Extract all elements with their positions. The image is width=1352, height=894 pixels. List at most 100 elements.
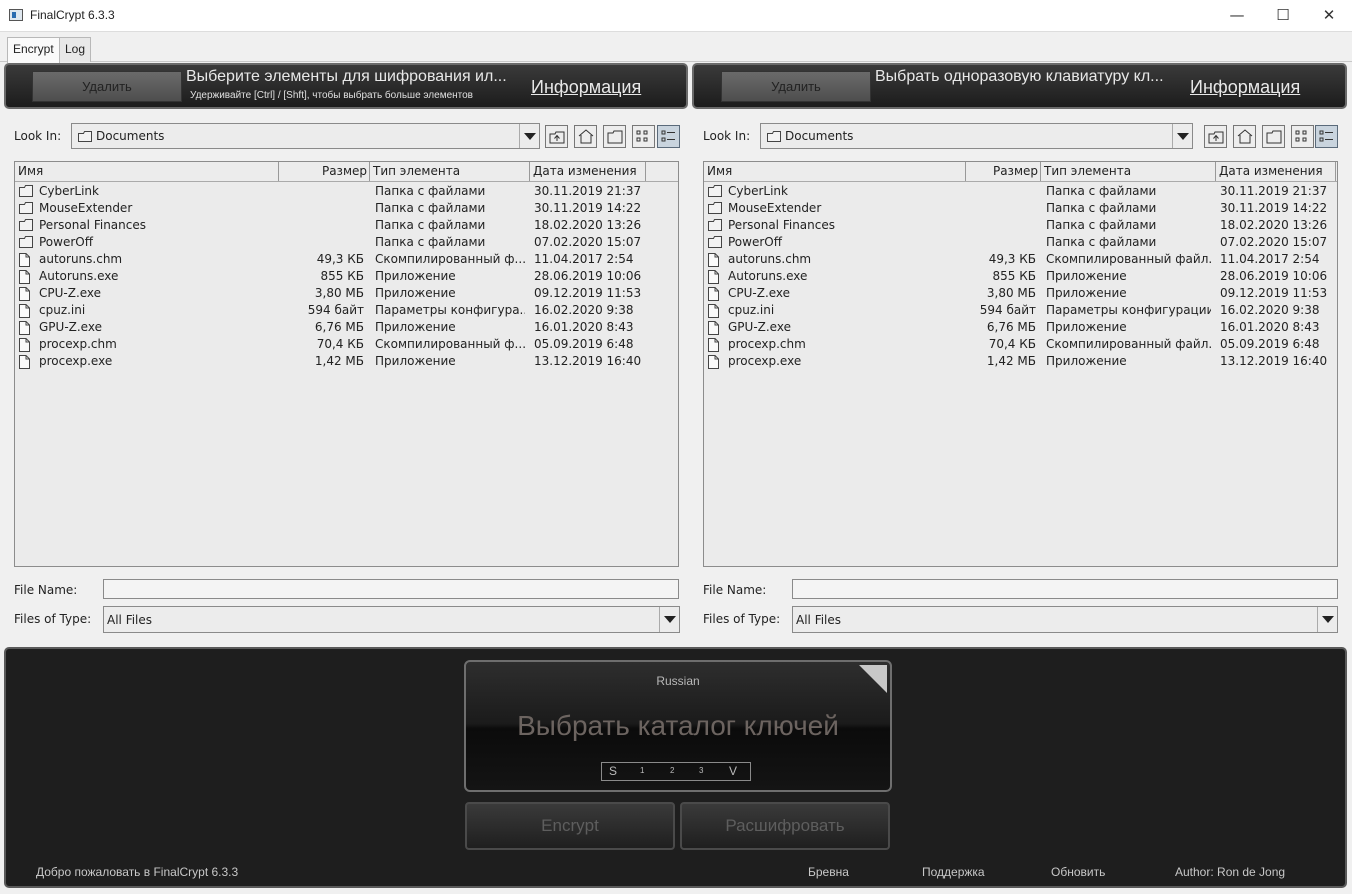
table-row[interactable]: PowerOff Папка с файлами 07.02.2020 15:07 [15,234,678,251]
file-type: Скомпилированный файл... [1046,337,1211,351]
file-name-input[interactable] [103,579,679,599]
files-of-type-combo[interactable]: All Files [103,606,680,633]
logs-link[interactable]: Бревна [808,865,849,879]
tab-log[interactable]: Log [59,37,92,62]
details-view-button[interactable] [1315,125,1338,148]
file-table: Имя Размер Тип элемента Дата изменения C… [703,161,1338,567]
close-button[interactable]: ✕ [1306,0,1352,31]
column-type[interactable]: Тип элемента [1041,162,1216,181]
table-row[interactable]: cpuz.ini 594 байт Параметры конфигура... 16… [15,302,678,319]
table-row[interactable]: autoruns.chm 49,3 КБ Скомпилированный файл… [704,251,1337,268]
file-date: 07.02.2020 15:07 [534,235,642,249]
new-folder-button[interactable] [1262,125,1285,148]
look-in-value: Documents [96,129,165,143]
slider-label-3: 3 [699,766,704,775]
table-row[interactable]: Autoruns.exe 855 КБ Приложение 28.06.2019 1… [15,268,678,285]
file-name-cell: procexp.chm [704,336,966,353]
column-size[interactable]: Размер [279,162,370,181]
table-row[interactable]: CyberLink Папка с файлами 30.11.2019 21:37 [15,183,678,200]
file-date: 30.11.2019 21:37 [534,184,642,198]
file-date: 30.11.2019 14:22 [534,201,642,215]
column-type[interactable]: Тип элемента [370,162,530,181]
details-view-button[interactable] [657,125,680,148]
chevron-down-icon[interactable] [659,607,679,632]
chevron-down-icon[interactable] [1172,124,1192,148]
look-in-combo[interactable]: Documents [71,123,540,149]
table-row[interactable]: autoruns.chm 49,3 КБ Скомпилированный ф...… [15,251,678,268]
table-row[interactable]: procexp.chm 70,4 КБ Скомпилированный ф... 0… [15,336,678,353]
file-type: Папка с файлами [375,218,486,232]
file-name: GPU-Z.exe [39,320,102,334]
status-slider: S 1 2 3 V [601,762,751,781]
file-name-cell: procexp.exe [15,353,277,370]
file-size: 1,42 МБ [986,354,1036,368]
table-row[interactable]: GPU-Z.exe 6,76 МБ Приложение 16.01.2020 8:4… [15,319,678,336]
keys-info-link[interactable]: Информация [1190,77,1300,98]
encrypt-button[interactable]: Encrypt [465,802,675,850]
language-selector[interactable]: Russian [466,674,890,688]
file-size: 6,76 МБ [314,320,364,334]
file-name-input[interactable] [792,579,1338,599]
file-name-cell: CPU-Z.exe [15,285,277,302]
maximize-button[interactable]: ☐ [1260,0,1306,31]
table-row[interactable]: procexp.chm 70,4 КБ Скомпилированный файл.… [704,336,1337,353]
welcome-text: Добро пожаловать в FinalCrypt 6.3.3 [36,865,239,879]
minimize-button[interactable]: — [1214,0,1260,31]
file-name: cpuz.ini [39,303,86,317]
delete-keys-button[interactable]: Удалить [721,71,871,102]
table-row[interactable]: procexp.exe 1,42 МБ Приложение 13.12.2019 1… [704,353,1337,370]
file-date: 05.09.2019 6:48 [1220,337,1320,351]
new-folder-button[interactable] [603,125,626,148]
keys-file-chooser: Look In: Documents Имя Размер Тип элемен… [694,112,1352,642]
slider-label-1: 1 [640,766,645,775]
chevron-down-icon[interactable] [1317,607,1337,632]
column-date[interactable]: Дата изменения [1216,162,1336,181]
column-size[interactable]: Размер [966,162,1041,181]
file-type: Папка с файлами [1046,201,1157,215]
up-folder-button[interactable] [545,125,568,148]
column-date[interactable]: Дата изменения [530,162,646,181]
table-row[interactable]: MouseExtender Папка с файлами 30.11.2019 1… [704,200,1337,217]
file-table: Имя Размер Тип элемента Дата изменения C… [14,161,679,567]
list-view-button[interactable] [632,125,655,148]
file-name-cell: CyberLink [15,183,277,200]
file-name-cell: cpuz.ini [704,302,966,319]
author-link[interactable]: Author: Ron de Jong [1175,865,1285,879]
file-name-cell: GPU-Z.exe [704,319,966,336]
file-type: Приложение [1046,320,1127,334]
table-row[interactable]: CPU-Z.exe 3,80 МБ Приложение 09.12.2019 11:… [15,285,678,302]
table-row[interactable]: Personal Finances Папка с файлами 18.02.20… [15,217,678,234]
file-name: MouseExtender [39,201,133,215]
file-type: Приложение [375,320,456,334]
table-row[interactable]: Personal Finances Папка с файлами 18.02.20… [704,217,1337,234]
column-name[interactable]: Имя [704,162,966,181]
update-link[interactable]: Обновить [1051,865,1105,879]
file-name-cell: CPU-Z.exe [704,285,966,302]
list-view-button[interactable] [1291,125,1314,148]
key-directory-selector[interactable]: Russian Выбрать каталог ключей S 1 2 3 V [464,660,892,792]
decrypt-button[interactable]: Расшифровать [680,802,890,850]
table-row[interactable]: procexp.exe 1,42 МБ Приложение 13.12.2019 1… [15,353,678,370]
home-button[interactable] [1233,125,1256,148]
table-row[interactable]: PowerOff Папка с файлами 07.02.2020 15:07 [704,234,1337,251]
up-folder-button[interactable] [1204,125,1227,148]
delete-items-button[interactable]: Удалить [32,71,182,102]
items-file-chooser: Look In: Documents Имя Размер Тип элемен… [5,112,680,642]
chevron-down-icon[interactable] [519,124,539,148]
home-button[interactable] [574,125,597,148]
support-link[interactable]: Поддержка [922,865,985,879]
file-type: Папка с файлами [1046,235,1157,249]
column-name[interactable]: Имя [15,162,279,181]
table-row[interactable]: MouseExtender Папка с файлами 30.11.2019 1… [15,200,678,217]
files-of-type-combo[interactable]: All Files [792,606,1338,633]
page-curl-icon[interactable] [859,665,887,693]
file-name: PowerOff [39,235,93,249]
table-row[interactable]: GPU-Z.exe 6,76 МБ Приложение 16.01.2020 8:4… [704,319,1337,336]
table-row[interactable]: cpuz.ini 594 байт Параметры конфигурации 16… [704,302,1337,319]
table-row[interactable]: CyberLink Папка с файлами 30.11.2019 21:37 [704,183,1337,200]
tab-encrypt[interactable]: Encrypt [7,37,60,63]
table-row[interactable]: Autoruns.exe 855 КБ Приложение 28.06.2019 1… [704,268,1337,285]
items-info-link[interactable]: Информация [531,77,641,98]
table-row[interactable]: CPU-Z.exe 3,80 МБ Приложение 09.12.2019 11:… [704,285,1337,302]
look-in-combo[interactable]: Documents [760,123,1193,149]
